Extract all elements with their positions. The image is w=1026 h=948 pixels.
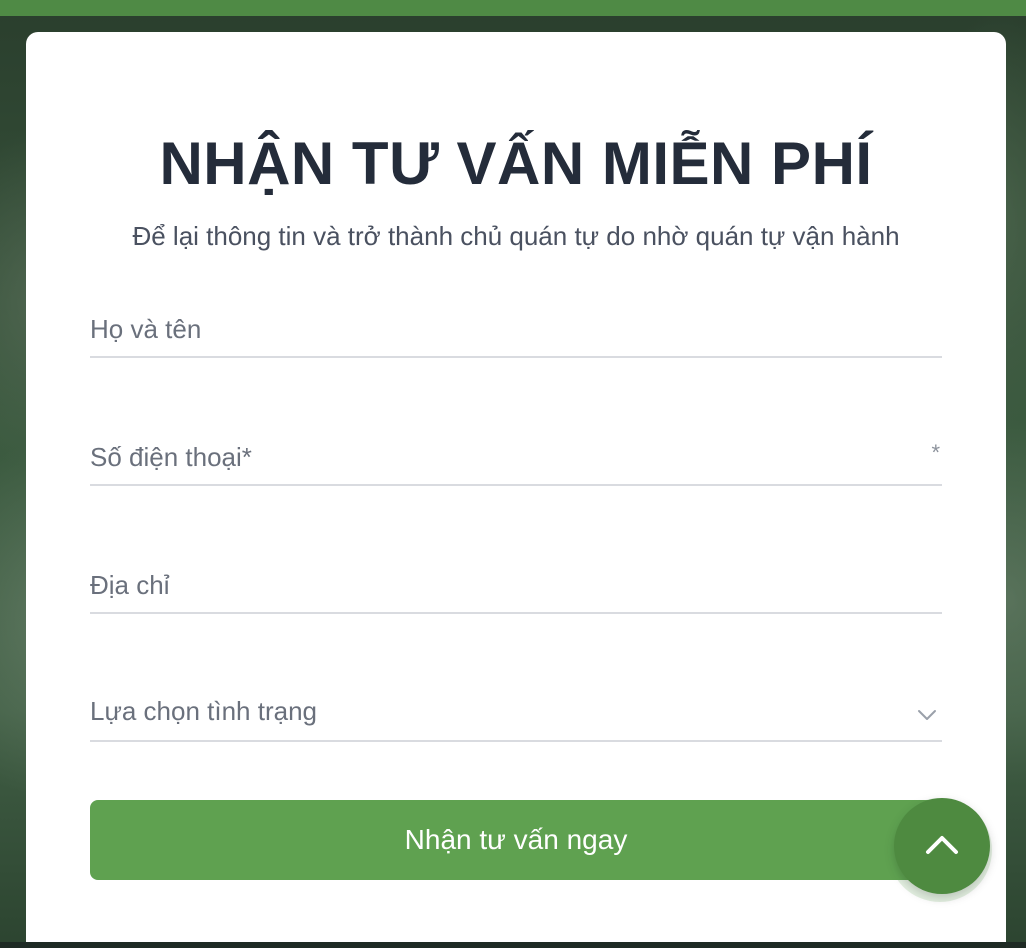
phone-input[interactable] <box>90 430 942 484</box>
status-select-label: Lựa chọn tình trạng <box>90 696 318 726</box>
name-input[interactable] <box>90 302 942 356</box>
form-title: NHẬN TƯ VẤN MIỄN PHÍ <box>159 130 873 197</box>
scroll-to-top-circle[interactable] <box>894 798 990 894</box>
address-input[interactable] <box>90 558 942 612</box>
form-subtitle: Để lại thông tin và trở thành chủ quán t… <box>132 221 900 251</box>
submit-button[interactable]: Nhận tư vấn ngay <box>90 800 942 880</box>
name-field <box>90 302 942 358</box>
bottom-bar <box>0 942 1026 948</box>
consultation-form-card: NHẬN TƯ VẤN MIỄN PHÍ Để lại thông tin và… <box>26 32 1006 948</box>
status-select[interactable]: Lựa chọn tình trạng <box>90 686 942 742</box>
scroll-to-top-button[interactable] <box>888 798 992 902</box>
address-field <box>90 558 942 614</box>
phone-field: * <box>90 430 942 486</box>
chevron-up-icon <box>926 836 958 854</box>
chevron-down-icon <box>918 710 936 720</box>
required-indicator: * <box>931 440 940 465</box>
top-accent-bar <box>0 0 1026 16</box>
